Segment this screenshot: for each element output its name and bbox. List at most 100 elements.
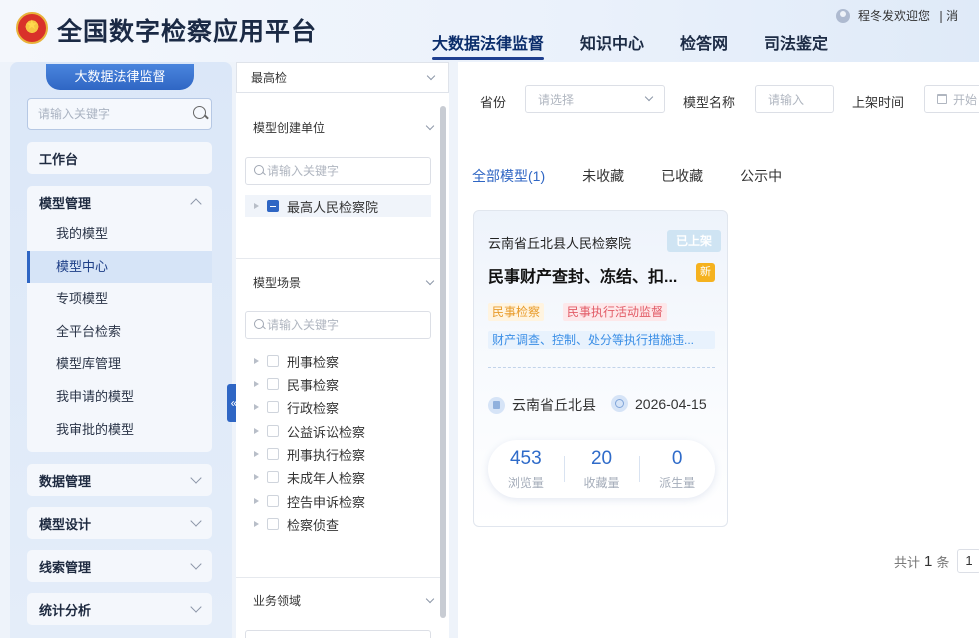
checkbox[interactable]	[267, 448, 279, 460]
checkbox[interactable]	[267, 378, 279, 390]
sidebar-item-model-design[interactable]: 模型设计	[27, 507, 212, 539]
domain-search[interactable]	[245, 630, 431, 638]
caret-right-icon[interactable]	[254, 358, 259, 364]
card-date: 2026-04-15	[611, 395, 707, 412]
partial-checkbox[interactable]	[267, 200, 279, 212]
sidebar-item-label: 工作台	[39, 151, 79, 167]
checkbox[interactable]	[267, 425, 279, 437]
checkbox[interactable]	[267, 518, 279, 530]
model-name-input[interactable]: 请输入	[755, 85, 834, 113]
search-icon	[254, 319, 264, 331]
nav-qa-network[interactable]: 检答网	[680, 30, 728, 60]
tab-public[interactable]: 公示中	[740, 166, 782, 186]
sidebar-item-label: 数据管理	[39, 473, 92, 489]
card-org: 云南省丘北县人民检察院	[488, 236, 632, 251]
caret-right-icon[interactable]	[254, 381, 259, 387]
checkbox[interactable]	[267, 495, 279, 507]
location-text: 云南省丘北县	[512, 397, 596, 413]
user-avatar-icon[interactable]	[836, 8, 850, 23]
scene-item[interactable]: 控告申诉检察	[245, 490, 431, 512]
search-icon	[254, 165, 264, 177]
chevron-down-icon	[190, 472, 202, 484]
scene-item[interactable]: 民事检察	[245, 373, 431, 395]
chevron-down-icon	[426, 71, 436, 80]
model-card[interactable]: 云南省丘北县人民检察院 已上架 民事财产查封、冻结、扣... 新 民事检察 民事…	[473, 210, 728, 527]
scene-search	[245, 311, 431, 339]
tab-not-favorited[interactable]: 未收藏	[582, 166, 624, 186]
scene-item[interactable]: 检察侦查	[245, 513, 431, 535]
scene-item-label: 控告申诉检察	[287, 494, 366, 510]
checkbox[interactable]	[267, 471, 279, 483]
sidebar-item-my-applications[interactable]: 我申请的模型	[27, 381, 212, 414]
status-badge: 已上架	[667, 230, 721, 252]
model-name-label: 模型名称	[683, 95, 736, 110]
building-icon	[488, 396, 505, 414]
sidebar-item-workbench[interactable]: 工作台	[27, 142, 212, 174]
welcome-text: 欢迎您	[894, 9, 931, 23]
logout-link[interactable]: ❘消	[936, 7, 958, 24]
scene-item[interactable]: 行政检察	[245, 396, 431, 418]
nav-judicial-appraisal[interactable]: 司法鉴定	[764, 30, 828, 60]
scene-item[interactable]: 公益诉讼检察	[245, 420, 431, 442]
scope-select-value: 最高检	[251, 71, 288, 85]
chevron-up-icon	[190, 198, 202, 210]
caret-right-icon[interactable]	[254, 203, 259, 209]
caret-right-icon[interactable]	[254, 474, 259, 480]
caret-right-icon[interactable]	[254, 404, 259, 410]
sidebar-item-model-management[interactable]: 模型管理	[27, 186, 212, 218]
tag-scope: 财产调查、控制、处分等执行措施违...	[488, 331, 715, 349]
scene-item[interactable]: 刑事执行检察	[245, 443, 431, 465]
sidebar-item-label: 线索管理	[39, 559, 92, 575]
sidebar-search-input[interactable]	[38, 107, 193, 121]
sidebar-item-data-management[interactable]: 数据管理	[27, 464, 212, 496]
listed-time-picker[interactable]: 开始	[924, 85, 979, 113]
checkbox[interactable]	[267, 401, 279, 413]
scene-item[interactable]: 刑事检察	[245, 350, 431, 372]
sidebar-group-model-management: 模型管理 我的模型 模型中心 专项模型 全平台检索 模型库管理 我申请的模型 我…	[27, 186, 212, 452]
calendar-icon	[937, 94, 947, 104]
sidebar-item-clue-management[interactable]: 线索管理	[27, 550, 212, 582]
chevron-down-icon	[190, 601, 202, 613]
chevron-down-icon	[425, 276, 435, 285]
app-header: 全国数字检察应用平台 大数据法律监督 知识中心 检答网 司法鉴定 程冬发 欢迎您…	[0, 0, 979, 62]
caret-right-icon[interactable]	[254, 428, 259, 434]
sidebar-item-statistics[interactable]: 统计分析	[27, 593, 212, 625]
sidebar-item-my-approvals[interactable]: 我审批的模型	[27, 414, 212, 447]
nav-knowledge-center[interactable]: 知识中心	[580, 30, 644, 60]
sidebar-item-model-library[interactable]: 模型库管理	[27, 348, 212, 381]
scene-item[interactable]: 未成年人检察	[245, 466, 431, 488]
nav-big-data-supervision[interactable]: 大数据法律监督	[432, 30, 545, 60]
filter-scrollbar[interactable]	[440, 106, 446, 618]
tab-all-models[interactable]: 全部模型(1)	[472, 166, 545, 186]
tree-node-label: 最高人民检察院	[287, 199, 379, 215]
page-number-box[interactable]: 1	[957, 549, 979, 573]
scene-search-input[interactable]	[267, 318, 422, 332]
sidebar-item-special-models[interactable]: 专项模型	[27, 283, 212, 316]
sidebar-item-model-center[interactable]: 模型中心	[27, 250, 212, 284]
caret-right-icon[interactable]	[254, 498, 259, 504]
sidebar-item-my-models[interactable]: 我的模型	[27, 218, 212, 251]
scene-item-label: 行政检察	[287, 400, 340, 416]
tree-node-supreme-procuratorate[interactable]: 最高人民检察院	[245, 195, 431, 217]
stat-value: 20	[590, 448, 613, 469]
search-icon[interactable]	[193, 106, 206, 122]
divider	[236, 577, 441, 578]
checkbox[interactable]	[267, 355, 279, 367]
date-text: 2026-04-15	[635, 395, 707, 412]
tab-favorited[interactable]: 已收藏	[661, 166, 703, 186]
stat-value: 453	[509, 448, 542, 469]
province-select[interactable]: 请选择	[525, 85, 665, 113]
sidebar-item-platform-search[interactable]: 全平台检索	[27, 316, 212, 349]
scene-item-label: 民事检察	[287, 377, 340, 393]
caret-right-icon[interactable]	[254, 521, 259, 527]
caret-right-icon[interactable]	[254, 451, 259, 457]
domain-section-header[interactable]: 业务领域	[253, 592, 435, 609]
card-title[interactable]: 民事财产查封、冻结、扣...	[488, 263, 677, 287]
user-name: 程冬发	[858, 9, 895, 23]
listed-time-placeholder: 开始	[953, 92, 978, 107]
scope-select[interactable]: 最高检	[236, 62, 449, 93]
sidebar-title: 大数据法律监督	[46, 64, 194, 90]
scene-section-header[interactable]: 模型场景	[253, 274, 435, 291]
unit-section-header[interactable]: 模型创建单位	[253, 119, 435, 136]
unit-search-input[interactable]	[267, 164, 422, 178]
